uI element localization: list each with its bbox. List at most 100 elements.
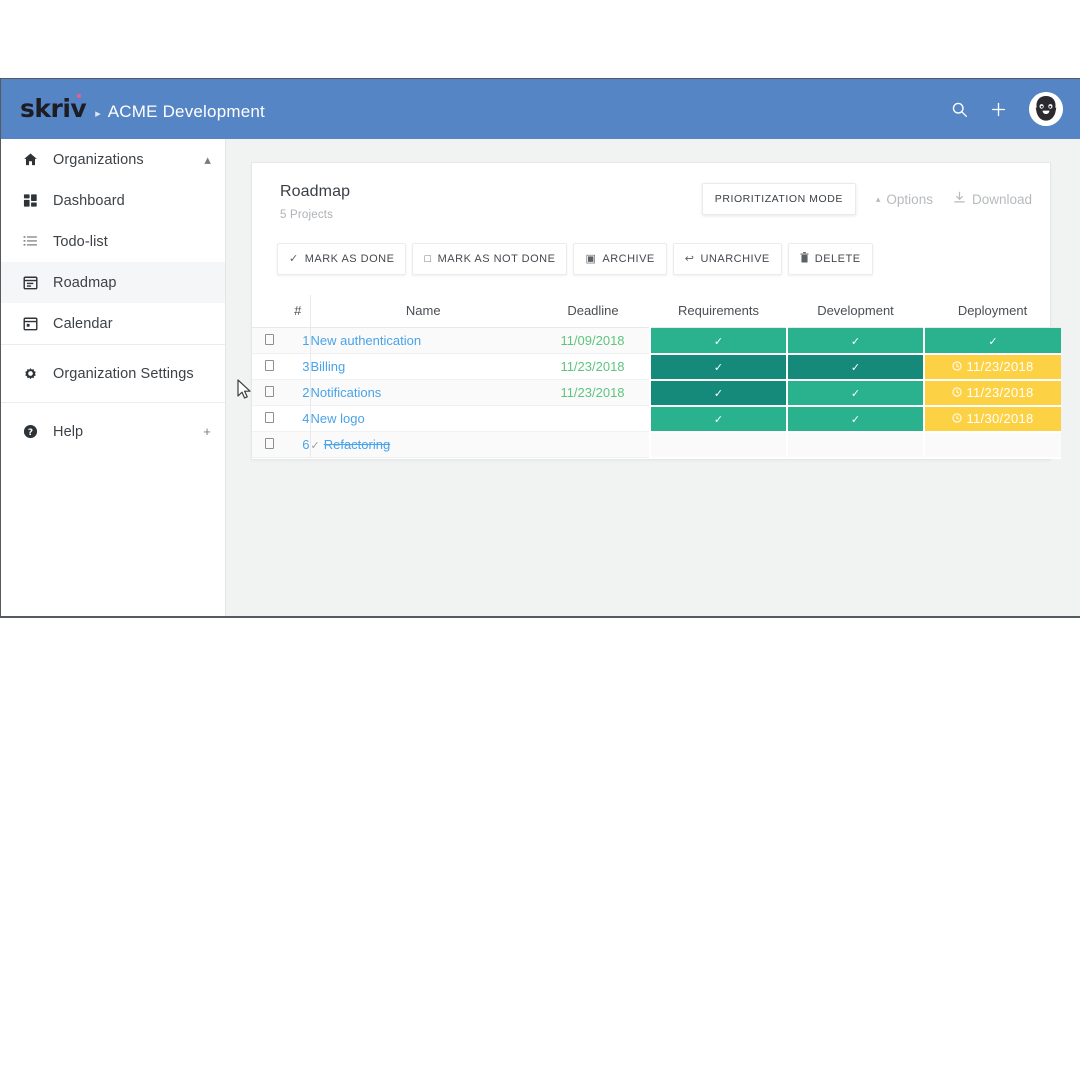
project-link[interactable]: Refactoring [324, 437, 390, 452]
row-deadline [536, 431, 650, 458]
search-icon[interactable] [951, 101, 968, 118]
stage-cell-deployment[interactable] [923, 431, 1061, 459]
row-number: 1 [286, 327, 310, 354]
sidebar-item-roadmap[interactable]: Roadmap [1, 262, 225, 303]
chevron-up-icon[interactable]: ▴ [204, 153, 211, 166]
list-icon [23, 234, 45, 249]
download-button[interactable]: Download [953, 191, 1032, 207]
checkbox-icon[interactable] [264, 334, 274, 345]
stage-cell-requirements[interactable]: ✓ [649, 353, 787, 381]
stage-cell-development[interactable] [786, 431, 924, 459]
stage-date-label: 11/23/2018 [966, 358, 1034, 374]
unarchive-icon: ↩ [684, 252, 695, 265]
header-stage-deployment[interactable]: Deployment [924, 295, 1061, 328]
unarchive-button[interactable]: ↩ UNARCHIVE [672, 243, 782, 275]
header-deadline[interactable]: Deadline [536, 295, 650, 328]
row-checkbox[interactable] [252, 379, 286, 406]
stage-cell-development[interactable]: ✓ [786, 327, 924, 355]
calendar-icon [23, 316, 45, 331]
header-select-all[interactable] [252, 295, 286, 328]
stage-cell-development[interactable]: ✓ [786, 353, 924, 381]
home-icon [23, 152, 45, 167]
archive-button[interactable]: ▣ ARCHIVE [573, 243, 667, 275]
sidebar-item-calendar[interactable]: Calendar [1, 303, 225, 344]
checkbox-icon[interactable] [264, 360, 274, 371]
sidebar-label-dashboard: Dashboard [53, 192, 125, 209]
project-link[interactable]: New authentication [311, 333, 422, 348]
header-name[interactable]: Name [309, 295, 536, 328]
sidebar-group-help: ? Help + [1, 403, 225, 460]
chevron-up-icon: ▴ [875, 193, 881, 204]
brand[interactable]: skriv ▸ ACME Development [1, 94, 265, 122]
row-name[interactable]: Notifications [309, 379, 536, 406]
row-deadline: 11/23/2018 [536, 379, 650, 406]
stage-cell-requirements[interactable] [649, 431, 787, 459]
options-menu[interactable]: ▴ Options [876, 192, 933, 207]
sidebar-label-calendar: Calendar [53, 315, 113, 332]
sidebar-item-organizations[interactable]: Organizations ▴ [1, 139, 225, 180]
table-row[interactable]: 3 Billing 11/23/2018 ✓ ✓ 11/23/2018 [252, 353, 1061, 381]
row-deadline [536, 406, 650, 432]
row-checkbox[interactable] [252, 327, 286, 354]
header-number[interactable]: # [286, 295, 310, 328]
table-row[interactable]: 6 ✓ Refactoring [252, 431, 1061, 459]
header-stage-development[interactable]: Development [787, 295, 924, 328]
project-link[interactable]: Notifications [311, 385, 382, 400]
row-checkbox[interactable] [252, 354, 286, 380]
checkbox-icon[interactable] [264, 412, 274, 423]
mark-as-not-done-button[interactable]: □ MARK AS NOT DONE [412, 243, 568, 275]
stage-check-icon: ✓ [713, 362, 724, 374]
roadmap-card: Roadmap 5 Projects PRIORITIZATION MODE ▴… [251, 162, 1061, 460]
stage-check-icon: ✓ [850, 414, 861, 426]
stage-cell-development[interactable]: ✓ [786, 405, 924, 433]
sidebar-nav: Organizations ▴ Dashboard Todo-list Road… [1, 139, 226, 616]
row-name[interactable]: Billing [309, 353, 536, 380]
table-row[interactable]: 4 New logo ✓ ✓ 11/30/2018 [252, 405, 1061, 433]
prioritization-mode-button[interactable]: PRIORITIZATION MODE [701, 183, 856, 215]
row-name[interactable]: New logo [309, 405, 536, 432]
row-name[interactable]: New authentication [309, 327, 536, 354]
project-link[interactable]: New logo [311, 411, 365, 426]
project-link[interactable]: Billing [311, 359, 346, 374]
plus-icon[interactable] [990, 101, 1007, 118]
row-checkbox[interactable] [252, 431, 286, 458]
stage-cell-requirements[interactable]: ✓ [649, 327, 787, 355]
stage-cell-deployment[interactable]: ✓ [923, 327, 1061, 355]
stage-cell-deployment[interactable]: 11/30/2018 [923, 405, 1061, 433]
delete-button[interactable]: DELETE [787, 243, 873, 275]
stage-due-date: 11/23/2018 [952, 385, 1033, 400]
sidebar-item-dashboard[interactable]: Dashboard [1, 180, 225, 221]
table-row[interactable]: 2 Notifications 11/23/2018 ✓ ✓ 11/23/201… [252, 379, 1061, 407]
header-stage-requirements[interactable]: Requirements [650, 295, 787, 328]
sidebar-item-organization-settings[interactable]: Organization Settings [1, 353, 225, 394]
sidebar-item-help[interactable]: ? Help + [1, 411, 225, 452]
mark-as-done-label: MARK AS DONE [304, 253, 395, 265]
stage-check-icon: ✓ [850, 362, 861, 374]
mark-as-not-done-label: MARK AS NOT DONE [437, 253, 556, 265]
archive-label: ARCHIVE [602, 253, 655, 265]
sidebar-label-todo-list: Todo-list [53, 233, 108, 250]
help-plus-icon[interactable]: + [203, 425, 211, 438]
row-name[interactable]: ✓ Refactoring [309, 431, 536, 458]
main-content: Roadmap 5 Projects PRIORITIZATION MODE ▴… [226, 139, 1080, 616]
mark-as-done-button[interactable]: ✓ MARK AS DONE [277, 243, 407, 275]
organization-name[interactable]: ACME Development [108, 102, 265, 122]
checkbox-icon[interactable] [264, 438, 274, 449]
stage-cell-development[interactable]: ✓ [786, 379, 924, 407]
sidebar-item-todo-list[interactable]: Todo-list [1, 221, 225, 262]
stage-due-date: 11/23/2018 [952, 359, 1033, 374]
stage-cell-requirements[interactable]: ✓ [649, 379, 787, 407]
stage-cell-deployment[interactable]: 11/23/2018 [923, 353, 1061, 381]
stage-cell-requirements[interactable]: ✓ [649, 405, 787, 433]
row-deadline: 11/09/2018 [536, 327, 650, 354]
table-row[interactable]: 1 New authentication 11/09/2018 ✓ ✓ ✓ [252, 327, 1061, 355]
user-avatar[interactable] [1029, 92, 1063, 126]
row-checkbox[interactable] [252, 406, 286, 432]
row-number: 3 [302, 359, 310, 374]
skriv-logo[interactable]: skriv [20, 94, 87, 121]
roadmap-calendar-icon [23, 275, 45, 290]
checkbox-icon[interactable] [264, 386, 274, 397]
card-header: Roadmap 5 Projects PRIORITIZATION MODE ▴… [252, 163, 1050, 221]
stage-cell-deployment[interactable]: 11/23/2018 [923, 379, 1061, 407]
bulk-action-toolbar: ✓ MARK AS DONE □ MARK AS NOT DONE ▣ ARCH… [252, 221, 1050, 275]
